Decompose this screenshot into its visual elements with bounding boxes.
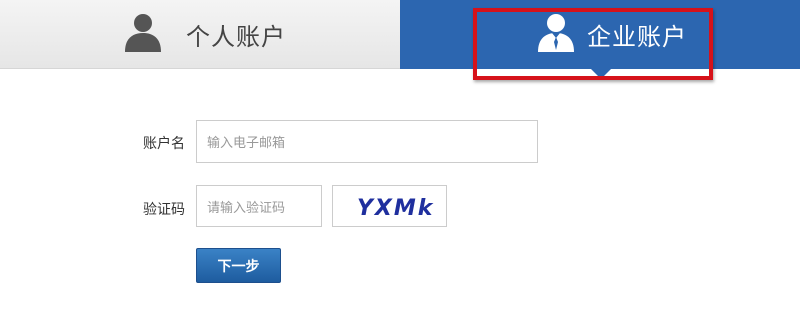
captcha-input[interactable]: 请输入验证码 [196, 185, 322, 227]
captcha-code: YXMk [357, 196, 434, 221]
tab-personal-account[interactable]: 个人账户 [0, 0, 400, 69]
account-name-label: 账户名 [143, 136, 185, 152]
account-name-placeholder: 输入电子邮箱 [207, 136, 286, 151]
user-icon [122, 12, 164, 56]
login-panel: 个人账户 企业账户 账户名 输入电子邮箱 验证码 请输入验证码 YXMk 下一步 [0, 0, 800, 323]
captcha-placeholder: 请输入验证码 [207, 200, 286, 216]
highlight-box [473, 8, 713, 80]
tab-personal-label: 个人账户 [186, 23, 286, 51]
captcha-label: 验证码 [143, 202, 185, 218]
captcha-image[interactable]: YXMk [332, 185, 447, 227]
next-button[interactable]: 下一步 [196, 248, 281, 283]
account-name-input[interactable]: 输入电子邮箱 [196, 120, 538, 163]
